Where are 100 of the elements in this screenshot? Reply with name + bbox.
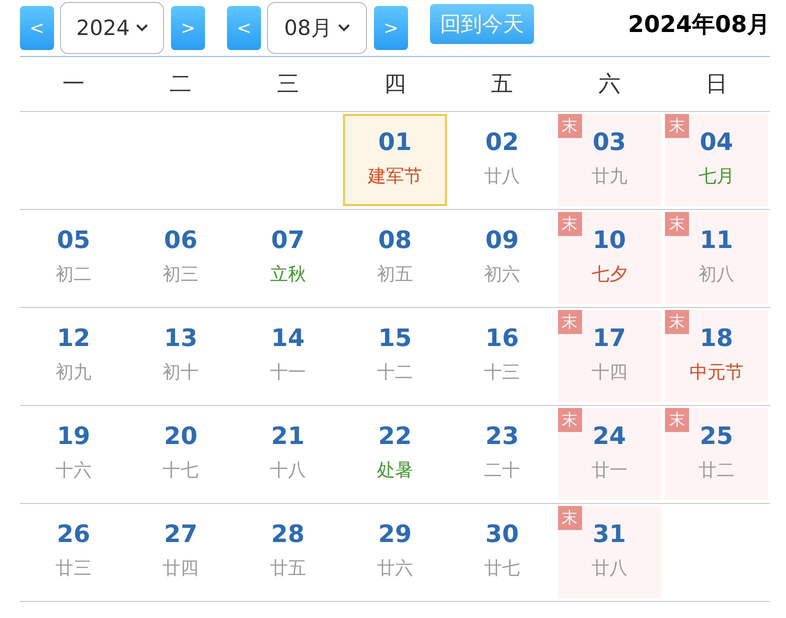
day-cell[interactable]: 16 十三 — [450, 310, 554, 402]
day-cell[interactable]: 末 24 廿一 — [558, 408, 661, 500]
day-number: 19 — [56, 421, 90, 452]
month-title: 2024年08月 — [628, 10, 770, 40]
day-number: 29 — [378, 519, 412, 550]
day-cell[interactable]: 13 初十 — [129, 310, 232, 402]
day-cell[interactable]: 02 廿八 — [450, 114, 554, 206]
day-number: 27 — [164, 519, 198, 550]
weekend-badge: 末 — [664, 310, 689, 334]
lunar-date: 十一 — [270, 361, 306, 384]
day-number: 22 — [378, 421, 412, 452]
weekday-label: 六 — [598, 71, 620, 99]
day-cell[interactable]: 15 十二 — [343, 310, 447, 402]
lunar-date: 廿七 — [484, 557, 520, 580]
lunar-date: 七夕 — [591, 263, 628, 286]
lunar-date: 初五 — [376, 263, 413, 286]
day-cell[interactable]: 26 廿三 — [22, 506, 126, 598]
day-number: 06 — [164, 225, 198, 256]
day-cell[interactable]: 06 初三 — [129, 212, 232, 304]
day-cell[interactable]: 12 初九 — [22, 310, 126, 402]
day-number: 16 — [485, 323, 519, 354]
lunar-date: 立秋 — [270, 263, 306, 286]
day-number: 18 — [700, 323, 734, 354]
day-number: 04 — [700, 127, 734, 158]
day-number: 01 — [378, 127, 412, 158]
weekend-badge: 末 — [558, 114, 582, 138]
day-cell[interactable]: 末 25 廿二 — [664, 408, 768, 500]
weekday-label: 四 — [384, 71, 406, 99]
day-cell[interactable]: 01 建军节 — [343, 114, 447, 206]
day-cell[interactable]: 27 廿四 — [129, 506, 232, 598]
chevron-down-icon — [338, 24, 350, 32]
lunar-date: 十八 — [270, 459, 306, 482]
year-select[interactable]: 2024 — [60, 2, 164, 54]
weekend-badge: 末 — [558, 310, 582, 334]
lunar-date: 廿四 — [162, 557, 199, 580]
lunar-date: 初十 — [162, 361, 199, 384]
day-cell[interactable]: 23 二十 — [450, 408, 554, 500]
day-cell[interactable]: 19 十六 — [22, 408, 126, 500]
weekend-badge: 末 — [558, 212, 582, 236]
lunar-date: 廿三 — [56, 557, 92, 580]
day-cell[interactable]: 末 03 廿九 — [558, 114, 661, 206]
weekday-label: 三 — [276, 71, 299, 99]
lunar-date: 十二 — [376, 361, 413, 384]
day-cell[interactable]: 20 十七 — [129, 408, 232, 500]
lunar-date: 初六 — [484, 263, 520, 286]
day-cell[interactable]: 08 初五 — [343, 212, 447, 304]
day-number: 03 — [592, 127, 626, 158]
day-number: 08 — [378, 225, 412, 256]
day-number: 12 — [56, 323, 90, 354]
weekend-badge: 末 — [558, 506, 582, 530]
day-number: 07 — [271, 225, 305, 256]
lunar-date: 十七 — [162, 459, 199, 482]
day-cell[interactable]: 末 31 廿八 — [558, 506, 661, 598]
day-cell[interactable]: 21 十八 — [236, 408, 340, 500]
day-cell[interactable]: 29 廿六 — [343, 506, 447, 598]
day-number: 25 — [700, 421, 734, 452]
lunar-date: 初二 — [56, 263, 92, 286]
day-number: 31 — [592, 519, 626, 550]
lunar-date: 廿一 — [591, 459, 628, 482]
day-cell[interactable]: 末 04 七月 — [664, 114, 768, 206]
day-cell[interactable]: 14 十一 — [236, 310, 340, 402]
day-number: 11 — [700, 225, 734, 256]
weekday-label: 二 — [170, 71, 192, 99]
lunar-date: 十六 — [56, 459, 92, 482]
day-number: 13 — [164, 323, 198, 354]
weekday-label: 日 — [705, 71, 728, 99]
weekday-label: 一 — [62, 71, 85, 99]
day-cell[interactable]: 末 18 中元节 — [664, 310, 768, 402]
lunar-date: 廿五 — [270, 557, 306, 580]
day-cell[interactable]: 05 初二 — [22, 212, 126, 304]
day-number: 26 — [56, 519, 90, 550]
day-cell[interactable]: 28 廿五 — [236, 506, 340, 598]
day-cell[interactable]: 末 10 七夕 — [558, 212, 661, 304]
lunar-date: 廿九 — [591, 165, 628, 188]
lunar-date: 廿八 — [484, 165, 520, 188]
lunar-date: 廿八 — [591, 557, 628, 580]
day-cell[interactable]: 09 初六 — [450, 212, 554, 304]
day-number: 05 — [56, 225, 90, 256]
day-number: 23 — [485, 421, 519, 452]
day-number: 10 — [592, 225, 626, 256]
lunar-date: 中元节 — [689, 361, 744, 384]
lunar-date: 十三 — [484, 361, 520, 384]
day-number: 30 — [485, 519, 519, 550]
day-number: 02 — [485, 127, 519, 158]
day-cell[interactable]: 22 处暑 — [343, 408, 447, 500]
day-cell[interactable]: 末 17 十四 — [558, 310, 661, 402]
day-cell[interactable]: 07 立秋 — [236, 212, 340, 304]
day-number: 28 — [271, 519, 305, 550]
day-cell[interactable]: 末 11 初八 — [664, 212, 768, 304]
day-number: 14 — [271, 323, 305, 354]
lunar-date: 建军节 — [368, 165, 422, 188]
month-select[interactable]: 08月 — [267, 2, 367, 54]
lunar-date: 初三 — [162, 263, 199, 286]
day-number: 21 — [271, 421, 305, 452]
day-cell[interactable]: 30 廿七 — [450, 506, 554, 598]
chevron-down-icon — [136, 24, 148, 32]
day-number: 09 — [485, 225, 519, 256]
lunar-date: 廿二 — [698, 459, 734, 482]
lunar-date: 廿六 — [376, 557, 413, 580]
weekend-badge: 末 — [558, 408, 582, 432]
